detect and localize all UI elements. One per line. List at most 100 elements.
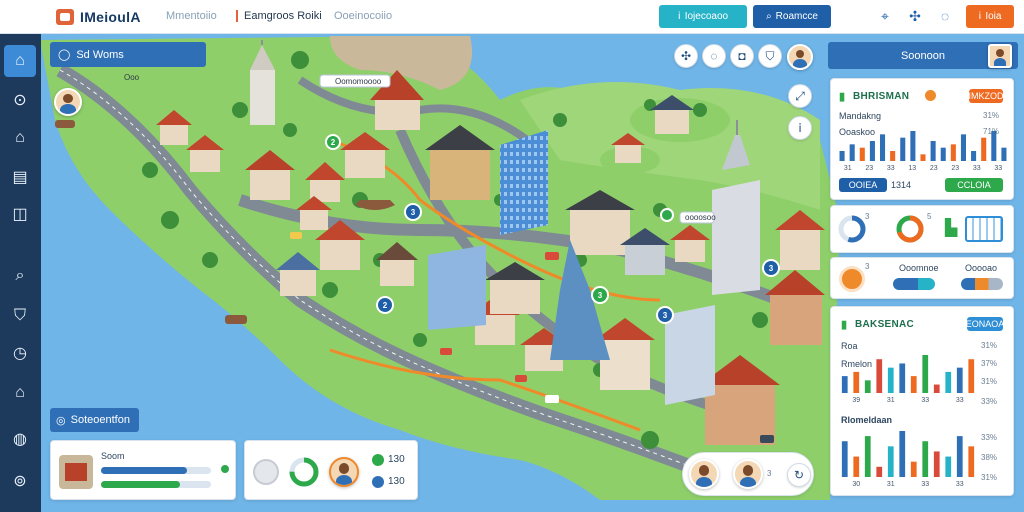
- move-icon[interactable]: ✣: [674, 44, 698, 68]
- refresh-icon[interactable]: ↻: [787, 463, 811, 487]
- sidebar-home-outline-icon[interactable]: ⌂: [4, 122, 36, 154]
- card-3-small-value: 3: [865, 262, 870, 271]
- map-marker[interactable]: 3: [762, 259, 780, 277]
- players-panel: 3 ↻: [682, 452, 814, 496]
- nav-link-2[interactable]: Eamgroos Roiki: [236, 10, 322, 22]
- chart-icon: ▮: [841, 319, 848, 331]
- card-4-row-label: Roa: [841, 341, 858, 351]
- chart-bar: [853, 456, 860, 477]
- map-marker-value: 3: [663, 311, 668, 320]
- stats-card-3: 3 Ooomnoe Ooooao: [830, 257, 1014, 299]
- sidebar-home-icon[interactable]: ⌂: [4, 45, 36, 77]
- sidebar-house-icon[interactable]: ⌂: [4, 377, 36, 409]
- card-1-pill-navy[interactable]: OOIEA: [839, 178, 887, 192]
- status-dot-icon: [925, 90, 936, 101]
- chart-bar: [981, 137, 987, 161]
- chart-bar: [971, 151, 977, 161]
- search-icon: ⌕: [766, 11, 772, 22]
- sidebar-search-icon[interactable]: ⌕: [4, 260, 36, 292]
- bottom-card-2: 130 130: [244, 440, 418, 500]
- bandage-icon[interactable]: [253, 459, 279, 485]
- expand-icon[interactable]: ⤢: [788, 84, 812, 108]
- player-avatar[interactable]: [54, 88, 82, 116]
- card-1-pill-green[interactable]: CCLOIA: [945, 178, 1003, 192]
- chart-tick-label: 30: [852, 481, 860, 487]
- card-1-badge-label: IMKZOD: [968, 91, 1004, 101]
- card-4-badge-label: EONAOA: [965, 319, 1005, 329]
- map-marker[interactable]: 3: [591, 286, 609, 304]
- card-4-bar-chart-1: 39 31 33 33: [841, 355, 975, 403]
- chart-bar: [864, 380, 871, 393]
- sidebar-document-icon[interactable]: ▤: [4, 162, 36, 194]
- map-marker[interactable]: 2: [325, 134, 341, 150]
- chart-bar: [890, 151, 896, 161]
- stats-card-4: ▮ BAKSENAC EONAOA Roa Rmelon Rlomeldaan …: [830, 306, 1014, 496]
- app-logo[interactable]: IMeioulA: [56, 8, 141, 25]
- sidebar-folder-icon[interactable]: ◫: [4, 199, 36, 231]
- map-marker-value: 3: [598, 291, 603, 300]
- pin-icon[interactable]: ⌖: [876, 7, 894, 25]
- bottom-value: 130: [388, 454, 405, 465]
- chart-bar: [869, 141, 875, 161]
- chart-tick-label: 13: [908, 165, 916, 171]
- card-4-right-value: 37%: [981, 359, 998, 368]
- chart-tick-label: 33: [994, 165, 1002, 171]
- secondary-action-button[interactable]: ⌕ Roamcce: [753, 5, 831, 28]
- card-1-bar-chart: 31 23 33 13 23 23 33 33: [839, 131, 1007, 171]
- map-label: Ooo: [124, 73, 140, 82]
- card-4-title: BAKSENAC: [855, 319, 915, 330]
- player-avatar[interactable]: [689, 459, 719, 489]
- card-4-right-value: 31%: [981, 377, 998, 386]
- right-panel-title: Soonoon: [900, 49, 946, 62]
- chart-bar: [920, 154, 926, 161]
- nav-link-3[interactable]: Ooeinocoiio: [334, 10, 392, 22]
- info-dot-icon: [372, 476, 384, 488]
- info-icon[interactable]: ⅰ: [788, 116, 812, 140]
- chart-tick-label: 23: [951, 165, 959, 171]
- card-2-small-value: 3: [865, 212, 870, 221]
- card-3-toggle-2[interactable]: [961, 278, 1003, 290]
- card-4-right-value: 31%: [981, 473, 998, 482]
- avatar-small[interactable]: [787, 44, 813, 70]
- sidebar-shield-icon[interactable]: ⛉: [4, 300, 36, 332]
- chart-bar: [880, 134, 886, 161]
- card-4-badge[interactable]: EONAOA: [965, 317, 1005, 331]
- chart-icon: ▮: [839, 91, 846, 103]
- play-button[interactable]: ⅰ Ioia: [966, 5, 1014, 28]
- shield-icon[interactable]: ⛉: [758, 44, 782, 68]
- card-1-badge[interactable]: IMKZOD: [968, 89, 1004, 103]
- card-1-title: BHRISMAN: [853, 91, 910, 102]
- chart-bar: [841, 376, 848, 393]
- card-4-right-value: 38%: [981, 453, 998, 462]
- network-icon[interactable]: ✣: [906, 7, 924, 25]
- chat-icon[interactable]: ◌: [936, 7, 954, 25]
- map-marker-value: 2: [383, 301, 388, 310]
- camera-icon[interactable]: ◘: [730, 44, 754, 68]
- sidebar-settings-icon[interactable]: ⊚: [4, 466, 36, 498]
- play-icon: ⅰ: [978, 11, 982, 22]
- unit-portrait[interactable]: [59, 455, 93, 489]
- card-4-bar-chart-2: 30 31 33 33: [841, 431, 975, 487]
- card-4-row-label: Rlomeldaan: [841, 415, 893, 425]
- chart-tick-label: 33: [956, 397, 964, 403]
- map-marker[interactable]: 2: [376, 296, 394, 314]
- player-avatar[interactable]: [733, 459, 763, 489]
- sidebar-clock-icon[interactable]: ◷: [4, 338, 36, 370]
- sidebar-globe-icon[interactable]: ◍: [4, 424, 36, 456]
- comment-icon[interactable]: ◌: [702, 44, 726, 68]
- primary-action-button[interactable]: ⅰ Iojecoaoo: [659, 5, 747, 28]
- nav-link-1[interactable]: Mmentoiio: [166, 10, 217, 22]
- sidebar-compass-icon[interactable]: ⊙: [4, 85, 36, 117]
- map-marker-value: 3: [411, 208, 416, 217]
- section-tab[interactable]: ◎ Soteoentfon: [50, 408, 139, 432]
- chart-bar: [956, 367, 963, 393]
- chart-tick-label: 39: [852, 397, 860, 403]
- map-marker[interactable]: 3: [656, 306, 674, 324]
- map-search[interactable]: ◯ Sd Woms: [50, 42, 206, 67]
- map-marker[interactable]: 3: [404, 203, 422, 221]
- card-4-right-value: 31%: [981, 341, 998, 350]
- chart-tick-label: 33: [887, 165, 895, 171]
- card-3-toggle-1[interactable]: [893, 278, 935, 290]
- player-avatar[interactable]: [329, 457, 359, 487]
- profile-avatar[interactable]: [988, 44, 1012, 68]
